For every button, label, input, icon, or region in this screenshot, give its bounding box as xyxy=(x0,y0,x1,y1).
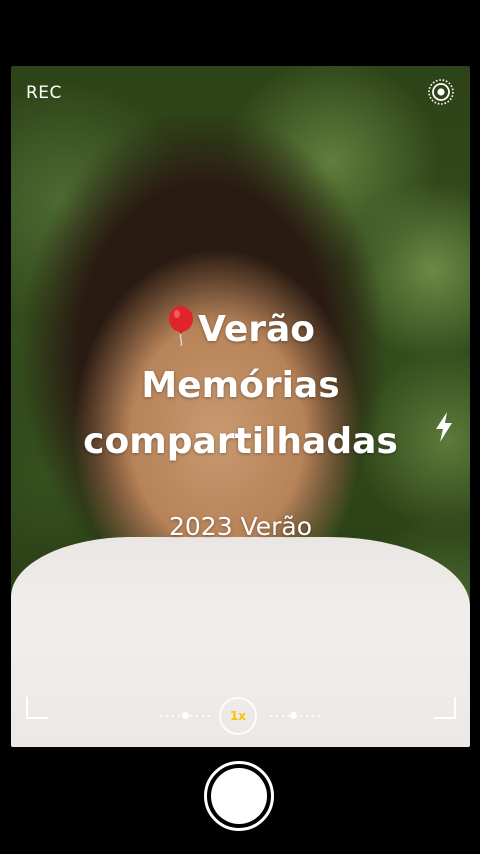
rec-label[interactable]: REC xyxy=(26,83,62,103)
frame-corner-bottom-left xyxy=(26,697,48,719)
title-line-1: Verão xyxy=(11,302,470,358)
shutter-button[interactable] xyxy=(204,761,274,831)
frame-corner-bottom-right xyxy=(434,697,456,719)
zoom-marker-right xyxy=(290,712,297,719)
title-line-2: Memórias xyxy=(141,365,340,406)
title-line-3: compartilhadas xyxy=(83,421,398,462)
balloon-icon xyxy=(166,305,196,347)
shutter-inner xyxy=(211,768,267,824)
title-word-verao: Verão xyxy=(197,309,316,350)
overlay-subtitle: 2023 Verão xyxy=(168,512,312,541)
live-photo-icon[interactable] xyxy=(427,78,455,106)
zoom-slider[interactable]: 1x xyxy=(150,697,330,735)
overlay-title: Verão Memórias compartilhadas xyxy=(11,302,470,470)
zoom-level-button[interactable]: 1x xyxy=(219,697,257,735)
zoom-marker-left xyxy=(182,712,189,719)
